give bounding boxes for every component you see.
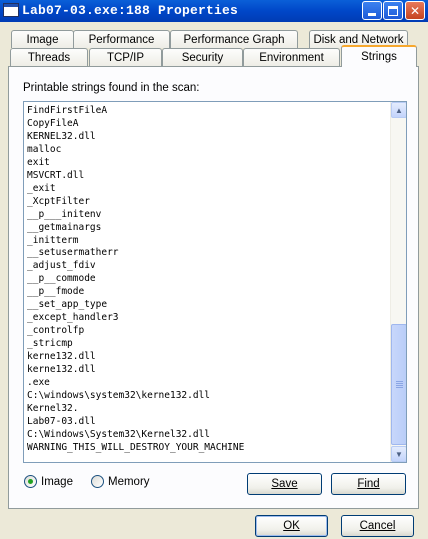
tab-label: Image bbox=[26, 33, 59, 46]
scroll-up-button[interactable]: ▲ bbox=[391, 102, 406, 118]
tab-label: TCP/IP bbox=[106, 51, 145, 64]
tab-performance[interactable]: Performance bbox=[73, 30, 170, 48]
memory-radio-button[interactable] bbox=[91, 475, 104, 488]
cancel-button[interactable]: Cancel bbox=[341, 515, 414, 537]
thumb-grip-line bbox=[396, 383, 403, 384]
list-item[interactable]: __setusermatherr bbox=[27, 247, 244, 260]
tab-security[interactable]: Security bbox=[162, 48, 243, 66]
list-item[interactable]: _exit bbox=[27, 183, 244, 196]
find-button-label: Find bbox=[357, 478, 380, 490]
maximize-icon bbox=[388, 5, 398, 16]
find-button[interactable]: Find bbox=[331, 473, 406, 495]
tab-performance-graph[interactable]: Performance Graph bbox=[170, 30, 298, 48]
tab-threads[interactable]: Threads bbox=[10, 48, 88, 66]
image-radio-label: Image bbox=[41, 475, 73, 488]
ok-button[interactable]: OK bbox=[255, 515, 328, 537]
list-item[interactable]: _adjust_fdiv bbox=[27, 260, 244, 273]
tab-label: Performance bbox=[88, 33, 155, 46]
list-item[interactable]: kerne132.dll bbox=[27, 351, 244, 364]
list-item[interactable]: .exe bbox=[27, 377, 244, 390]
list-item[interactable]: Kernel32. bbox=[27, 403, 244, 416]
list-item[interactable]: _XcptFilter bbox=[27, 196, 244, 209]
memory-radio-option[interactable]: Memory bbox=[91, 475, 150, 488]
window-title: Lab07-03.exe:188 Properties bbox=[22, 3, 239, 18]
list-item[interactable]: Lab07-03.dll bbox=[27, 416, 244, 429]
list-item[interactable]: _controlfp bbox=[27, 325, 244, 338]
list-item[interactable]: __set_app_type bbox=[27, 299, 244, 312]
thumb-grip-line bbox=[396, 385, 403, 386]
tab-label: Strings bbox=[361, 51, 397, 63]
list-item[interactable]: malloc bbox=[27, 144, 244, 157]
tab-label: Security bbox=[181, 51, 224, 64]
minimize-button[interactable] bbox=[362, 1, 382, 20]
image-radio-option[interactable]: Image bbox=[24, 475, 73, 488]
tab-label: Environment bbox=[259, 51, 324, 64]
window-app-icon[interactable] bbox=[3, 3, 19, 17]
cancel-button-label: Cancel bbox=[359, 520, 396, 532]
list-item[interactable]: C:\windows\system32\kerne132.dll bbox=[27, 390, 244, 403]
list-item[interactable]: __getmainargs bbox=[27, 222, 244, 235]
minimize-icon bbox=[368, 13, 376, 16]
strings-list: FindFirstFileA CopyFileA KERNEL32.dll mallo… bbox=[27, 105, 244, 455]
thumb-grip-line bbox=[396, 381, 403, 382]
list-item[interactable]: WARNING_THIS_WILL_DESTROY_YOUR_MACHINE bbox=[27, 442, 244, 455]
tab-strings[interactable]: Strings bbox=[341, 45, 417, 67]
list-item[interactable]: __p___initenv bbox=[27, 209, 244, 222]
list-item[interactable]: _except_handler3 bbox=[27, 312, 244, 325]
scroll-down-arrow-icon: ▼ bbox=[395, 449, 403, 459]
strings-listbox[interactable]: FindFirstFileA CopyFileA KERNEL32.dll mallo… bbox=[23, 101, 407, 463]
close-icon: ✕ bbox=[409, 3, 421, 18]
tab-image[interactable]: Image bbox=[11, 30, 74, 48]
list-item[interactable]: _initterm bbox=[27, 235, 244, 248]
list-item[interactable]: CopyFileA bbox=[27, 118, 244, 131]
tab-tcp-ip[interactable]: TCP/IP bbox=[89, 48, 162, 66]
memory-radio-label: Memory bbox=[108, 475, 150, 488]
tab-label: Performance Graph bbox=[183, 33, 285, 46]
title-bar[interactable]: Lab07-03.exe:188 Properties ✕ bbox=[0, 0, 428, 22]
scroll-thumb[interactable] bbox=[391, 324, 406, 445]
list-item[interactable]: __p__commode bbox=[27, 273, 244, 286]
tab-environment[interactable]: Environment bbox=[243, 48, 340, 66]
list-item[interactable]: MSVCRT.dll bbox=[27, 170, 244, 183]
list-item[interactable]: C:\Windows\System32\Kernel32.dll bbox=[27, 429, 244, 442]
vertical-scrollbar[interactable]: ▲ ▼ bbox=[390, 102, 406, 462]
strings-panel-label: Printable strings found in the scan: bbox=[23, 82, 200, 94]
scroll-down-button[interactable]: ▼ bbox=[391, 446, 406, 462]
scroll-up-arrow-icon: ▲ bbox=[395, 105, 403, 115]
thumb-grip-line bbox=[396, 387, 403, 388]
tab-label: Disk and Network bbox=[313, 33, 404, 46]
tab-label: Threads bbox=[27, 51, 71, 64]
list-item[interactable]: exit bbox=[27, 157, 244, 170]
image-radio-button[interactable] bbox=[24, 475, 37, 488]
close-button[interactable]: ✕ bbox=[405, 1, 425, 20]
list-item[interactable]: KERNEL32.dll bbox=[27, 131, 244, 144]
save-button-label: Save bbox=[271, 478, 298, 490]
save-button[interactable]: Save bbox=[247, 473, 322, 495]
maximize-button[interactable] bbox=[383, 1, 403, 20]
strings-tab-panel: Printable strings found in the scan: Fin… bbox=[8, 66, 419, 509]
list-item[interactable]: __p__fmode bbox=[27, 286, 244, 299]
ok-button-label: OK bbox=[283, 520, 300, 532]
list-item[interactable]: _stricmp bbox=[27, 338, 244, 351]
list-item[interactable]: kerne132.dll bbox=[27, 364, 244, 377]
list-item[interactable]: FindFirstFileA bbox=[27, 105, 244, 118]
